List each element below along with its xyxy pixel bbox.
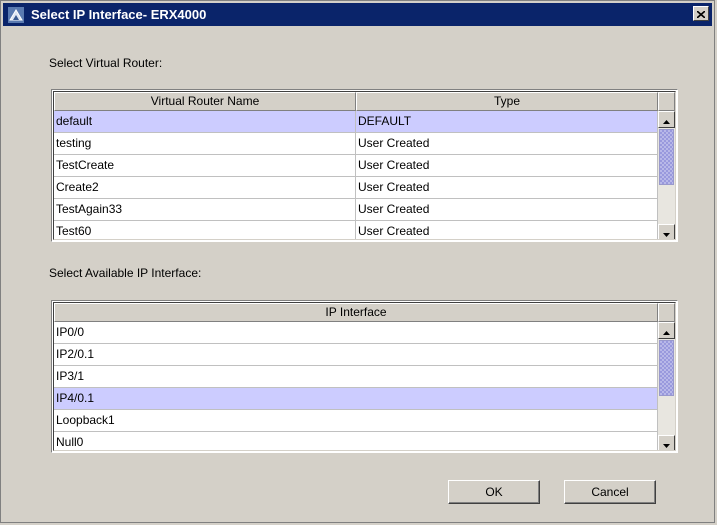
ok-button[interactable]: OK	[448, 480, 540, 504]
scroll-down-button[interactable]	[658, 224, 675, 240]
router-type-cell: User Created	[356, 133, 658, 155]
table-row[interactable]: Test60 User Created	[54, 221, 658, 239]
router-type-cell: User Created	[356, 221, 658, 239]
table-row[interactable]: testing User Created	[54, 133, 658, 155]
table-row[interactable]: TestCreate User Created	[54, 155, 658, 177]
table-row[interactable]: Loopback1	[54, 410, 658, 432]
arrow-down-icon	[663, 437, 670, 451]
virtual-router-rows: default DEFAULT testing User Created TestCre…	[54, 111, 658, 239]
virtual-router-name-cell: TestAgain33	[54, 199, 356, 221]
title-bar[interactable]: Select IP Interface- ERX4000	[3, 3, 712, 26]
table-row[interactable]: IP4/0.1	[54, 388, 658, 410]
scroll-down-button[interactable]	[658, 435, 675, 451]
scroll-thumb[interactable]	[659, 129, 674, 185]
ip-interface-cell: IP2/0.1	[54, 344, 658, 366]
arrow-up-icon	[663, 113, 670, 127]
select-ip-interface-dialog: Select IP Interface- ERX4000 Select Virt…	[0, 0, 715, 523]
ip-interface-cell: IP0/0	[54, 322, 658, 344]
column-header-ip-interface[interactable]: IP Interface	[54, 303, 658, 322]
router-type-cell: DEFAULT	[356, 111, 658, 133]
arrow-down-icon	[663, 226, 670, 240]
header-corner	[658, 303, 675, 322]
scroll-up-button[interactable]	[658, 111, 675, 128]
table-row[interactable]: Null0	[54, 432, 658, 450]
table-row[interactable]: Create2 User Created	[54, 177, 658, 199]
table-row[interactable]: default DEFAULT	[54, 111, 658, 133]
table-row[interactable]: IP0/0	[54, 322, 658, 344]
virtual-router-name-cell: Create2	[54, 177, 356, 199]
arrow-up-icon	[663, 324, 670, 338]
router-type-cell: User Created	[356, 177, 658, 199]
table-row[interactable]: IP3/1	[54, 366, 658, 388]
virtual-router-name-cell: default	[54, 111, 356, 133]
virtual-router-label: Select Virtual Router:	[49, 56, 163, 70]
router-type-cell: User Created	[356, 155, 658, 177]
ip-interface-cell: Null0	[54, 432, 658, 450]
ip-interface-cell: Loopback1	[54, 410, 658, 432]
ip-interface-cell: IP3/1	[54, 366, 658, 388]
ip-interface-scrollbar[interactable]	[658, 322, 675, 451]
virtual-router-scrollbar[interactable]	[658, 111, 675, 240]
virtual-router-table: Virtual Router Name Type default DEFAULT t…	[51, 89, 678, 242]
virtual-router-header: Virtual Router Name Type	[54, 92, 658, 111]
scroll-up-button[interactable]	[658, 322, 675, 339]
close-button[interactable]	[693, 6, 709, 21]
ip-interface-cell: IP4/0.1	[54, 388, 658, 410]
column-header-type[interactable]: Type	[356, 92, 658, 111]
ip-interface-table: IP Interface IP0/0 IP2/0.1 IP3/1 IP4/0.1 Loo…	[51, 300, 678, 453]
window-title: Select IP Interface- ERX4000	[31, 7, 207, 22]
ip-interface-rows: IP0/0 IP2/0.1 IP3/1 IP4/0.1 Loopback1 Null0	[54, 322, 658, 450]
virtual-router-name-cell: Test60	[54, 221, 356, 239]
table-row[interactable]: TestAgain33 User Created	[54, 199, 658, 221]
header-corner	[658, 92, 675, 111]
virtual-router-name-cell: TestCreate	[54, 155, 356, 177]
scroll-thumb[interactable]	[659, 340, 674, 396]
column-header-virtual-router-name[interactable]: Virtual Router Name	[54, 92, 356, 111]
ip-interface-label: Select Available IP Interface:	[49, 266, 202, 280]
table-row[interactable]: IP2/0.1	[54, 344, 658, 366]
router-type-cell: User Created	[356, 199, 658, 221]
ip-interface-header: IP Interface	[54, 303, 658, 322]
router-icon	[7, 6, 25, 24]
virtual-router-name-cell: testing	[54, 133, 356, 155]
cancel-button[interactable]: Cancel	[564, 480, 656, 504]
close-icon	[696, 7, 706, 21]
